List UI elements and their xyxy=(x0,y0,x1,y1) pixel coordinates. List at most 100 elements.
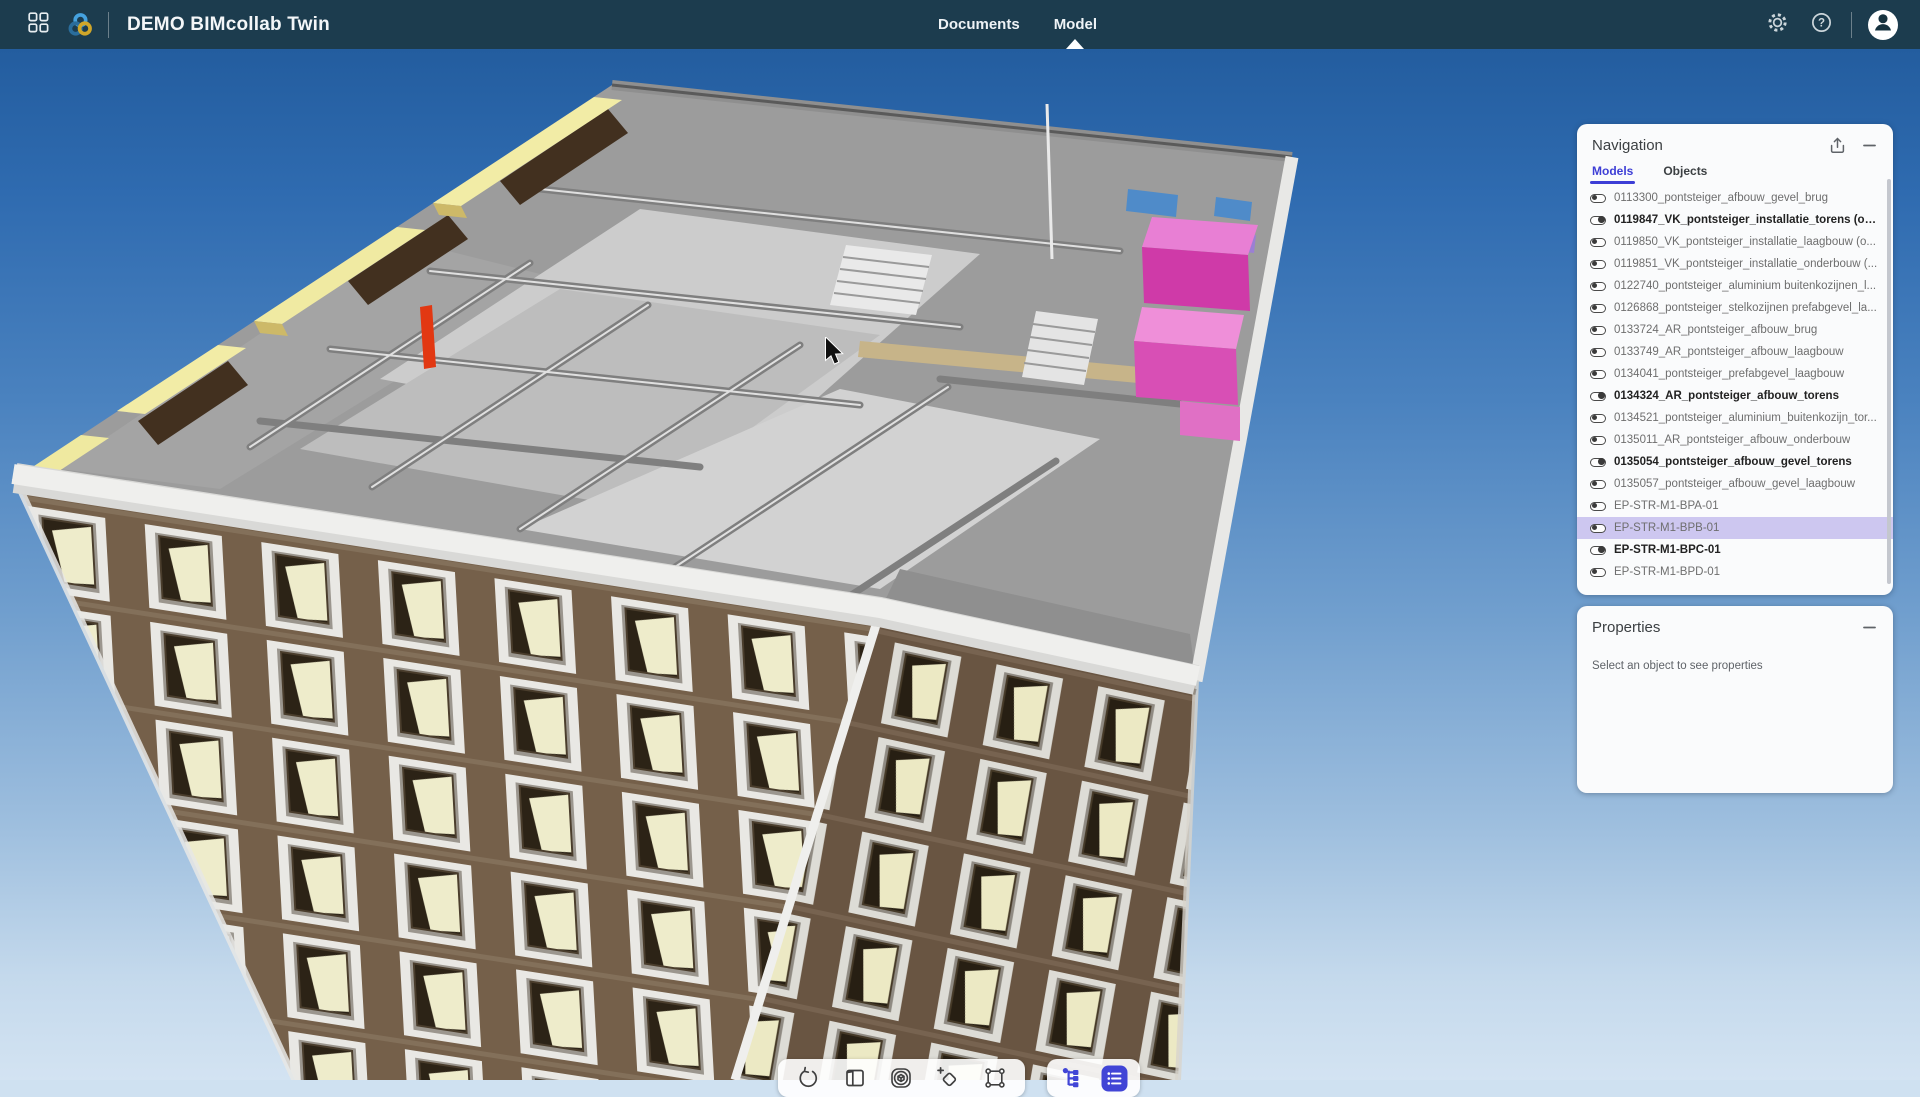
help-button[interactable]: ? xyxy=(1807,11,1835,39)
orbit-cube-button[interactable] xyxy=(882,1061,920,1095)
model-row[interactable]: 0133749_AR_pontsteiger_afbouw_laagbouw xyxy=(1577,341,1893,363)
upload-icon xyxy=(1829,137,1846,154)
model-name: 0119850_VK_pontsteiger_installatie_laagb… xyxy=(1614,236,1876,248)
tab-model-label: Model xyxy=(1054,16,1097,33)
model-tree-icon xyxy=(1060,1066,1084,1090)
model-viewport[interactable]: Navigation Models Objects 0113 xyxy=(0,49,1920,1080)
model-name: 0134324_AR_pontsteiger_afbouw_torens xyxy=(1614,390,1839,402)
model-visibility-toggle[interactable] xyxy=(1590,370,1606,379)
settings-button[interactable] xyxy=(1763,11,1791,39)
account-button[interactable] xyxy=(1868,10,1898,40)
model-row[interactable]: 0122740_pontsteiger_aluminium buitenkozi… xyxy=(1577,275,1893,297)
collapse-properties-button[interactable] xyxy=(1862,620,1877,635)
minus-icon xyxy=(1862,138,1877,153)
model-name: 0135057_pontsteiger_afbouw_gevel_laagbou… xyxy=(1614,478,1855,490)
model-visibility-toggle[interactable] xyxy=(1590,436,1606,445)
model-name: EP-STR-M1-BPA-01 xyxy=(1614,500,1719,512)
model-visibility-toggle[interactable] xyxy=(1590,458,1606,467)
model-name: 0135054_pontsteiger_afbouw_gevel_torens xyxy=(1614,456,1852,468)
model-visibility-toggle[interactable] xyxy=(1590,216,1606,225)
active-tab-indicator xyxy=(1066,39,1084,49)
area-select-icon xyxy=(983,1066,1007,1090)
model-row[interactable]: 0134041_pontsteiger_prefabgevel_laagbouw xyxy=(1577,363,1893,385)
model-row[interactable]: EP-STR-M1-BPB-01 xyxy=(1577,517,1893,539)
top-bar-left: DEMO BIMcollab Twin xyxy=(0,11,330,39)
reset-view-icon xyxy=(796,1066,820,1090)
tab-model[interactable]: Model xyxy=(1054,0,1097,49)
model-row[interactable]: 0134521_pontsteiger_aluminium_buitenkozi… xyxy=(1577,407,1893,429)
view-toolbar xyxy=(778,1059,1025,1097)
model-row[interactable]: 0135057_pontsteiger_afbouw_gevel_laagbou… xyxy=(1577,473,1893,495)
model-name: 0122740_pontsteiger_aluminium buitenkozi… xyxy=(1614,280,1876,292)
model-visibility-toggle[interactable] xyxy=(1590,282,1606,291)
tab-objects[interactable]: Objects xyxy=(1663,164,1707,184)
model-row[interactable]: 0119851_VK_pontsteiger_installatie_onder… xyxy=(1577,253,1893,275)
app-launcher-button[interactable] xyxy=(24,11,52,39)
model-visibility-toggle[interactable] xyxy=(1590,524,1606,533)
model-row[interactable]: 0135054_pontsteiger_afbouw_gevel_torens xyxy=(1577,451,1893,473)
model-name: 0135011_AR_pontsteiger_afbouw_onderbouw xyxy=(1614,434,1850,446)
compare-views-button[interactable] xyxy=(836,1061,874,1095)
help-icon: ? xyxy=(1810,11,1833,39)
model-visibility-toggle[interactable] xyxy=(1590,260,1606,269)
model-name: 0134521_pontsteiger_aluminium_buitenkozi… xyxy=(1614,412,1877,424)
list-view-button[interactable] xyxy=(1096,1061,1134,1095)
model-name: 0133724_AR_pontsteiger_afbouw_brug xyxy=(1614,324,1817,336)
model-name: 0134041_pontsteiger_prefabgevel_laagbouw xyxy=(1614,368,1844,380)
properties-empty-message: Select an object to see properties xyxy=(1577,640,1893,672)
svg-text:?: ? xyxy=(1817,17,1824,29)
model-visibility-toggle[interactable] xyxy=(1590,414,1606,423)
user-avatar-icon xyxy=(1870,9,1896,40)
model-row[interactable]: 0134324_AR_pontsteiger_afbouw_torens xyxy=(1577,385,1893,407)
model-name: 0119847_VK_pontsteiger_installatie_toren… xyxy=(1614,214,1879,226)
model-visibility-toggle[interactable] xyxy=(1590,502,1606,511)
properties-panel-header: Properties xyxy=(1577,606,1893,640)
apps-grid-icon xyxy=(28,12,49,38)
model-visibility-toggle[interactable] xyxy=(1590,304,1606,313)
model-visibility-toggle[interactable] xyxy=(1590,238,1606,247)
model-row[interactable]: 0135011_AR_pontsteiger_afbouw_onderbouw xyxy=(1577,429,1893,451)
model-visibility-toggle[interactable] xyxy=(1590,546,1606,555)
navigation-tabs: Models Objects xyxy=(1577,158,1893,184)
tab-documents[interactable]: Documents xyxy=(938,0,1020,49)
section-plane-icon xyxy=(936,1066,960,1090)
model-row[interactable]: EP-STR-M1-BPC-01 xyxy=(1577,539,1893,561)
model-row[interactable]: 0113300_pontsteiger_afbouw_gevel_brug xyxy=(1577,187,1893,209)
upload-model-button[interactable] xyxy=(1829,137,1846,154)
section-plane-button[interactable] xyxy=(929,1061,967,1095)
navigation-panel: Navigation Models Objects 0113 xyxy=(1577,124,1893,595)
model-row[interactable]: 0119850_VK_pontsteiger_installatie_laagb… xyxy=(1577,231,1893,253)
model-visibility-toggle[interactable] xyxy=(1590,568,1606,577)
properties-panel: Properties Select an object to see prope… xyxy=(1577,606,1893,793)
model-row[interactable]: 0133724_AR_pontsteiger_afbouw_brug xyxy=(1577,319,1893,341)
model-row[interactable]: 0126868_pontsteiger_stelkozijnen prefabg… xyxy=(1577,297,1893,319)
model-visibility-toggle[interactable] xyxy=(1590,326,1606,335)
compare-views-icon xyxy=(843,1066,867,1090)
main-nav-tabs: Documents Model xyxy=(938,0,1097,49)
model-row[interactable]: EP-STR-M1-BPD-01 xyxy=(1577,561,1893,583)
model-name: 0126868_pontsteiger_stelkozijnen prefabg… xyxy=(1614,302,1877,314)
orbit-cube-icon xyxy=(889,1066,913,1090)
model-row[interactable]: EP-STR-M1-BPA-01 xyxy=(1577,495,1893,517)
tab-models[interactable]: Models xyxy=(1592,164,1633,184)
collapse-navigation-button[interactable] xyxy=(1862,138,1877,153)
area-select-button[interactable] xyxy=(976,1061,1014,1095)
tab-documents-label: Documents xyxy=(938,16,1020,33)
bimcollab-logo xyxy=(66,11,94,39)
gear-icon xyxy=(1766,11,1789,39)
model-name: 0113300_pontsteiger_afbouw_gevel_brug xyxy=(1614,192,1828,204)
properties-panel-title: Properties xyxy=(1592,619,1660,636)
navigation-panel-header: Navigation xyxy=(1577,124,1893,158)
model-list-scrollbar[interactable] xyxy=(1887,179,1891,584)
model-visibility-toggle[interactable] xyxy=(1590,348,1606,357)
reset-view-button[interactable] xyxy=(789,1061,827,1095)
model-visibility-toggle[interactable] xyxy=(1590,480,1606,489)
navigation-panel-title: Navigation xyxy=(1592,137,1663,154)
model-visibility-toggle[interactable] xyxy=(1590,194,1606,203)
model-visibility-toggle[interactable] xyxy=(1590,392,1606,401)
top-bar-divider xyxy=(108,12,109,38)
model-name: EP-STR-M1-BPD-01 xyxy=(1614,566,1720,578)
model-row[interactable]: 0119847_VK_pontsteiger_installatie_toren… xyxy=(1577,209,1893,231)
list-view-icon xyxy=(1101,1065,1128,1092)
model-tree-button[interactable] xyxy=(1053,1061,1091,1095)
